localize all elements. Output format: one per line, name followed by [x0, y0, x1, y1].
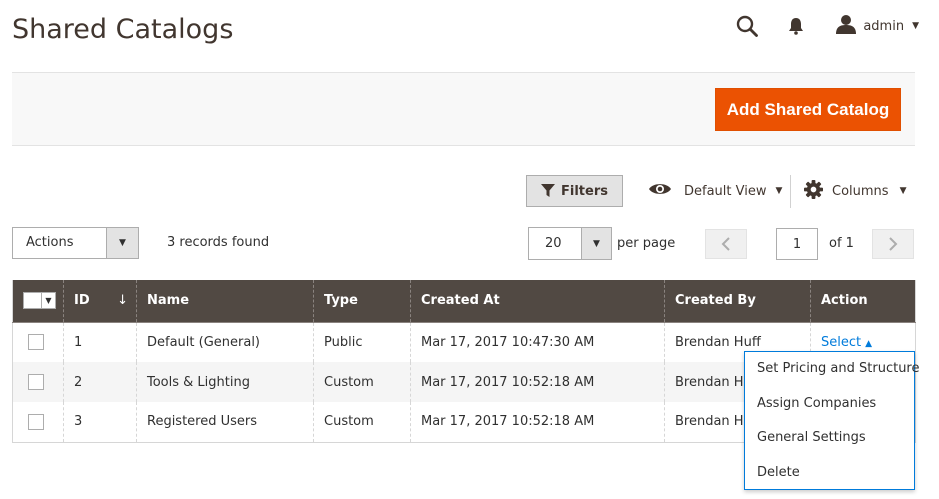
chevron-left-icon — [721, 237, 730, 251]
row-action-menu: Set Pricing and Structure Assign Compani… — [744, 351, 920, 491]
mass-select-header: ▼ — [12, 280, 64, 323]
records-count: 3 records found — [167, 235, 270, 250]
mass-select-checkbox[interactable]: ▼ — [23, 292, 56, 310]
admin-user-name: admin — [863, 18, 905, 34]
eye-icon — [648, 181, 672, 201]
cell-type: Custom — [313, 402, 411, 443]
column-header-id[interactable]: ID ↓ — [63, 280, 137, 323]
cell-id: 2 — [63, 362, 137, 402]
bell-icon[interactable] — [788, 17, 804, 35]
column-header-label: ID — [74, 293, 90, 309]
column-header-created-by[interactable]: Created By — [664, 280, 811, 323]
chevron-down-icon: ▼ — [899, 186, 907, 196]
grid-header-row: ▼ ID ↓ Name Type Created At Created By Ac… — [12, 280, 916, 323]
cell-name: Default (General) — [136, 322, 314, 362]
per-page-label: per page — [617, 236, 676, 251]
header-actions: admin ▼ — [736, 12, 919, 40]
column-header-action: Action — [810, 280, 916, 323]
cell-type: Custom — [313, 362, 411, 402]
columns-control[interactable]: Columns ▼ — [804, 176, 906, 206]
menu-item-delete[interactable]: Delete — [745, 456, 914, 491]
cell-created-at: Mar 17, 2017 10:52:18 AM — [410, 402, 665, 443]
mass-actions-dropdown[interactable]: Actions ▼ — [12, 227, 139, 259]
filter-icon — [541, 184, 555, 197]
add-shared-catalog-button[interactable]: Add Shared Catalog — [715, 88, 901, 131]
search-icon[interactable] — [736, 15, 759, 37]
user-icon — [836, 14, 857, 38]
filters-label: Filters — [561, 183, 608, 199]
menu-item-general-settings[interactable]: General Settings — [745, 421, 914, 456]
gear-icon — [804, 179, 823, 203]
row-checkbox[interactable] — [28, 374, 44, 390]
mass-actions-label: Actions — [26, 235, 74, 250]
view-label: Default View — [684, 183, 767, 199]
row-checkbox-cell — [12, 322, 64, 362]
chevron-down-icon: ▼ — [581, 228, 611, 259]
row-action-label: Select — [821, 334, 862, 350]
chevron-down-icon: ▼ — [912, 21, 919, 31]
cell-name: Tools & Lighting — [136, 362, 314, 402]
columns-label: Columns — [832, 183, 889, 199]
column-header-type[interactable]: Type — [313, 280, 411, 323]
cell-id: 1 — [63, 322, 137, 362]
chevron-up-icon: ▲ — [865, 338, 873, 349]
per-page-select[interactable]: 20 ▼ — [528, 227, 612, 260]
menu-item-assign-companies[interactable]: Assign Companies — [745, 387, 914, 422]
row-checkbox[interactable] — [28, 413, 44, 430]
page-title: Shared Catalogs — [12, 14, 234, 45]
page-number-input[interactable] — [776, 228, 818, 260]
toolbar-divider — [790, 175, 791, 208]
chevron-down-icon: ▼ — [106, 228, 138, 258]
page-actions-bar: Add Shared Catalog — [12, 72, 915, 146]
column-header-name[interactable]: Name — [136, 280, 314, 323]
chevron-right-icon — [889, 237, 898, 251]
total-pages: of 1 — [829, 236, 854, 251]
row-action-select[interactable]: Select ▲ — [821, 335, 872, 350]
row-checkbox[interactable] — [28, 334, 44, 351]
previous-page-button[interactable] — [705, 229, 747, 259]
chevron-down-icon: ▼ — [775, 186, 783, 196]
cell-created-at: Mar 17, 2017 10:52:18 AM — [410, 362, 665, 402]
view-switcher[interactable]: Default View ▼ — [648, 176, 782, 206]
cell-type: Public — [313, 322, 411, 362]
row-checkbox-cell — [12, 402, 64, 443]
cell-id: 3 — [63, 402, 137, 443]
next-page-button[interactable] — [872, 229, 914, 259]
chevron-down-icon: ▼ — [41, 293, 55, 309]
menu-item-set-pricing[interactable]: Set Pricing and Structure — [745, 352, 920, 387]
cell-created-at: Mar 17, 2017 10:47:30 AM — [410, 322, 665, 362]
filters-button[interactable]: Filters — [526, 175, 623, 207]
cell-name: Registered Users — [136, 402, 314, 443]
column-header-created-at[interactable]: Created At — [410, 280, 665, 323]
row-checkbox-cell — [12, 362, 64, 402]
sort-arrow-icon: ↓ — [117, 293, 128, 309]
per-page-value: 20 — [545, 236, 562, 251]
admin-user-menu[interactable]: admin ▼ — [836, 14, 919, 38]
